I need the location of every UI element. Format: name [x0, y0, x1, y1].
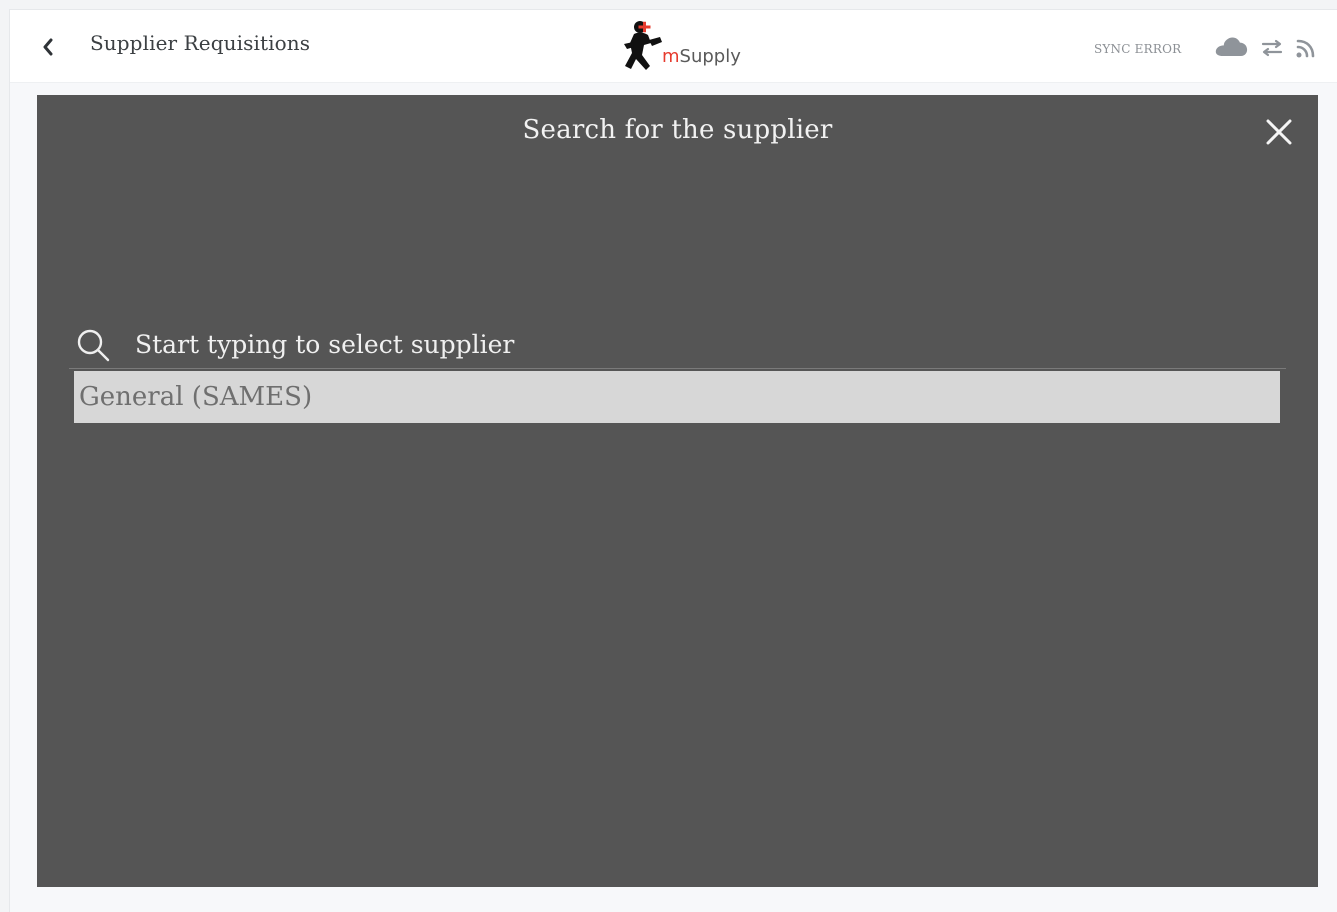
rss-icon: [1294, 34, 1318, 62]
top-navigation-bar: Supplier Requisitions mSupply SYNC ERROR: [10, 10, 1337, 83]
msupply-logo: mSupply: [620, 18, 750, 76]
modal-title: Search for the supplier: [522, 115, 833, 145]
logo-wordmark: mSupply: [662, 46, 741, 67]
cloud-icon: [1214, 34, 1248, 62]
search-icon: [77, 329, 110, 362]
sync-arrows-icon: [1261, 34, 1283, 62]
supplier-option-label: General (SAMES): [79, 382, 313, 412]
logo-m-text: m: [662, 46, 680, 67]
supplier-search-modal: Search for the supplier General (SAMES): [37, 95, 1318, 887]
close-icon: [1266, 119, 1292, 145]
sync-status: SYNC ERROR: [1094, 42, 1182, 56]
chevron-left-icon: [43, 38, 53, 56]
back-button[interactable]: [38, 36, 58, 58]
logo-brand-text: Supply: [679, 46, 741, 67]
page-title: Supplier Requisitions: [90, 31, 311, 55]
supplier-search-input[interactable]: [135, 324, 1255, 364]
supplier-search-row: [69, 320, 1286, 368]
search-input-underline: [69, 368, 1286, 369]
close-button[interactable]: [1262, 115, 1296, 149]
supplier-option-general-sames[interactable]: General (SAMES): [74, 371, 1280, 423]
supplier-results-list: General (SAMES): [74, 371, 1280, 423]
running-person-logo-icon: [624, 21, 662, 70]
